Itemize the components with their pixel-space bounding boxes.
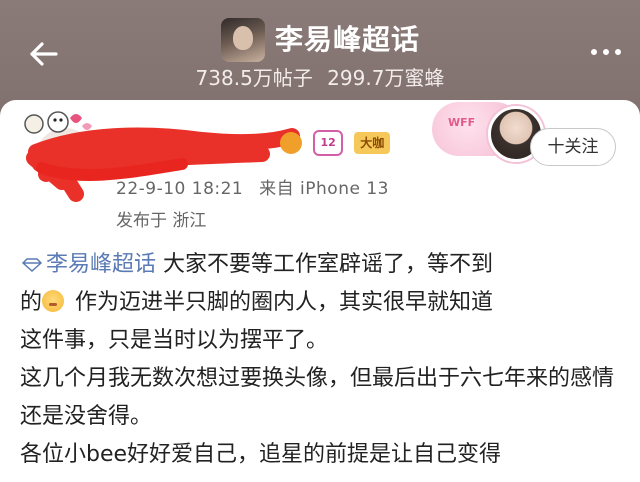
more-dots-icon bbox=[591, 49, 621, 55]
page-title: 李易峰超话 bbox=[275, 23, 421, 56]
fan-badge: 大咖 bbox=[354, 132, 391, 154]
more-button[interactable] bbox=[586, 40, 626, 64]
crown-icon bbox=[280, 132, 302, 154]
decoration-bubble-label: WFF bbox=[448, 116, 476, 129]
post-timestamp: 22-9-10 18:21 bbox=[116, 179, 244, 199]
post-meta: 22-9-10 18:21 来自 iPhone 13 bbox=[116, 174, 389, 199]
post-paragraph-3: 各位小bee好好爱自己，追星的前提是让自己变得 bbox=[20, 442, 502, 467]
post-paragraph-1: 李易峰超话 大家不要等工作室辟谣了，等不到 的 作为迈进半只脚的圈内人，其实很早… bbox=[20, 252, 494, 353]
members-count: 299.7万蜜蜂 bbox=[327, 66, 445, 90]
post-card: 12 大咖 22-9-10 18:21 来自 iPhone 13 发布于 浙江 … bbox=[0, 100, 640, 482]
topic-avatar[interactable] bbox=[221, 18, 265, 62]
post-body: 李易峰超话 大家不要等工作室辟谣了，等不到 的 作为迈进半只脚的圈内人，其实很早… bbox=[20, 246, 620, 474]
user-badges: 12 大咖 bbox=[280, 130, 396, 156]
posts-count: 738.5万帖子 bbox=[195, 66, 313, 90]
post-location: 发布于 浙江 bbox=[116, 211, 207, 231]
follow-label: 十关注 bbox=[547, 137, 599, 157]
post-source: 来自 iPhone 13 bbox=[259, 179, 389, 199]
post-paragraph-2: 这几个月我无数次想过要换头像，但最后出于六七年来的感情还是没舍得。 bbox=[20, 366, 615, 429]
topic-stats: 738.5万帖子 299.7万蜜蜂 bbox=[0, 62, 640, 91]
sad-face-emoji bbox=[42, 290, 65, 312]
topic-link[interactable]: 李易峰超话 bbox=[20, 252, 156, 277]
topic-header: 李易峰超话 738.5万帖子 299.7万蜜蜂 bbox=[0, 0, 640, 100]
diamond-icon bbox=[21, 258, 43, 272]
level-badge: 12 bbox=[313, 130, 344, 156]
follow-button[interactable]: 十关注 bbox=[530, 128, 616, 166]
